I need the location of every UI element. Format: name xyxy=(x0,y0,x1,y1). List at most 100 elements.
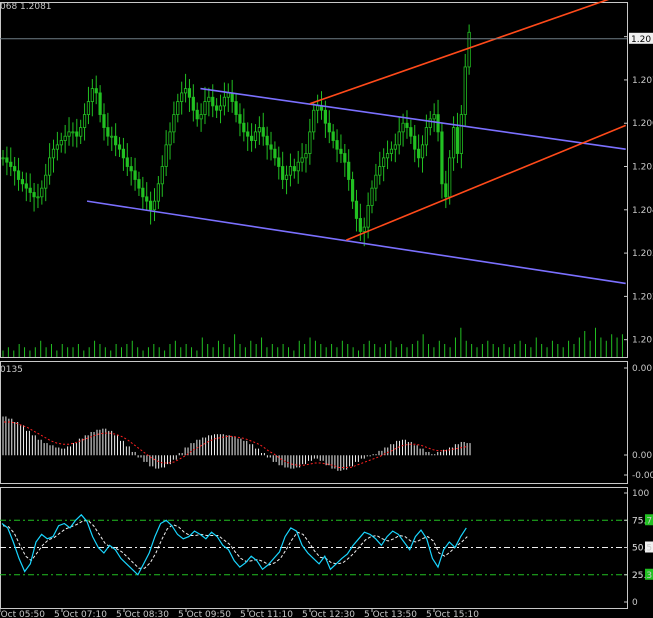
candle-body xyxy=(246,131,250,137)
candle-body xyxy=(145,196,149,202)
trendlines[interactable] xyxy=(86,0,627,285)
candle-body xyxy=(79,127,83,137)
candle-body xyxy=(312,109,316,133)
candle-body xyxy=(265,135,269,146)
price-tick-label: 1.206 xyxy=(632,119,653,129)
candle-body xyxy=(385,153,390,159)
macd-tick-label: -0.00 xyxy=(632,471,653,481)
candle-body xyxy=(141,187,145,198)
panel-frames xyxy=(0,2,628,609)
macd-label: 0135 xyxy=(0,365,23,375)
trendline-red xyxy=(345,124,627,241)
candle-body xyxy=(238,114,242,124)
candle-body xyxy=(211,96,215,107)
time-tick-label: 5 Oct 08:30 xyxy=(116,610,169,618)
stochastic-panel[interactable]: 1007550250 75.750.525.3 xyxy=(0,489,653,608)
candle-body xyxy=(409,127,413,137)
candle-body xyxy=(304,153,308,159)
candle-body xyxy=(102,114,106,128)
stochastic-level-tags: 75.7 50.5 25.3 xyxy=(632,514,653,581)
candle-body xyxy=(413,135,417,150)
candle-body xyxy=(63,135,67,141)
candle-body xyxy=(98,92,102,115)
candle-body xyxy=(374,174,378,189)
panel-frame xyxy=(0,361,628,484)
candle-body xyxy=(24,183,28,189)
candle-body xyxy=(36,196,40,199)
candle-body xyxy=(9,161,13,167)
price-panel[interactable]: 1.2081.2071.2061.2051.2041.2031.2021.201… xyxy=(0,0,653,357)
time-tick-label: 5 Oct 07:10 xyxy=(54,610,107,618)
candle-body xyxy=(51,148,56,159)
candle-body xyxy=(195,109,199,120)
trading-chart[interactable]: 1.2081.2071.2061.2051.2041.2031.2021.201… xyxy=(0,0,653,618)
candle-body xyxy=(273,148,277,159)
time-tick-label: 5 Oct 11:10 xyxy=(240,610,293,618)
stochastic-level-tag-text: 25.3 xyxy=(632,571,652,581)
current-price-tag-text: 1.20 xyxy=(631,35,651,45)
candle-body xyxy=(448,157,452,198)
time-tick-label: 5 Oct 13:50 xyxy=(364,610,417,618)
candle-body xyxy=(277,157,281,167)
candle-body xyxy=(459,114,463,154)
price-tick-label: 1.201 xyxy=(632,336,653,346)
candle-body xyxy=(335,140,339,150)
candle-body xyxy=(296,161,300,172)
candle-body xyxy=(249,135,254,141)
candle-body xyxy=(308,131,312,154)
candle-body xyxy=(183,88,188,94)
candle-body xyxy=(90,88,94,102)
candle-body xyxy=(13,166,17,172)
macd-tick-label: 0.001 xyxy=(632,364,653,374)
macd-tick-label: 0.00 xyxy=(632,451,652,461)
candle-body xyxy=(397,131,401,146)
candle-body xyxy=(156,183,160,202)
candle-body xyxy=(405,122,409,128)
candle-body xyxy=(32,192,36,198)
candle-body xyxy=(417,148,421,159)
candle-body xyxy=(269,144,273,150)
candle-body xyxy=(106,127,110,137)
candle-body xyxy=(343,153,347,163)
macd-panel[interactable]: 0135 0.001 0.00 -0.00 xyxy=(0,364,653,481)
candle-body xyxy=(180,92,184,102)
candle-body xyxy=(133,170,137,180)
candle-body xyxy=(187,88,192,98)
time-tick-label: 5 Oct 09:50 xyxy=(178,610,231,618)
candle-body xyxy=(20,179,25,185)
candle-body xyxy=(86,101,91,115)
candle-body xyxy=(168,131,172,146)
candle-body xyxy=(389,148,394,154)
candle-body xyxy=(292,166,296,172)
stochastic-tick-label: 0 xyxy=(632,598,638,608)
candle-body xyxy=(94,88,98,94)
candle-body xyxy=(5,157,9,163)
candle-body xyxy=(234,101,238,115)
candle-body xyxy=(382,157,386,167)
candle-body xyxy=(440,131,444,185)
candle-body xyxy=(432,114,436,120)
time-tick-label: 5 Oct 12:30 xyxy=(302,610,355,618)
price-tick-label: 1.202 xyxy=(632,292,653,302)
candle-body xyxy=(117,144,122,150)
candle-body xyxy=(261,127,265,137)
candle-body xyxy=(199,114,203,120)
candle-body xyxy=(300,157,304,163)
candle-body xyxy=(467,31,471,68)
candle-body xyxy=(347,161,351,180)
price-tick-label: 1.205 xyxy=(632,163,653,173)
candle-body xyxy=(40,187,44,198)
candle-body xyxy=(370,187,374,206)
candle-body xyxy=(176,101,180,115)
candle-body xyxy=(428,118,432,128)
current-price-tag: 1.20 xyxy=(629,32,653,45)
candle-body xyxy=(16,170,21,180)
candle-body xyxy=(222,96,227,107)
time-tick-label: 5 Oct 05:50 xyxy=(0,610,45,618)
candle-body xyxy=(137,179,141,189)
candle-body xyxy=(242,122,246,133)
price-header-text: 068 1.2081 xyxy=(0,2,52,12)
candle-body xyxy=(281,166,285,180)
candle-body xyxy=(350,179,355,202)
stochastic-levels xyxy=(0,519,627,576)
